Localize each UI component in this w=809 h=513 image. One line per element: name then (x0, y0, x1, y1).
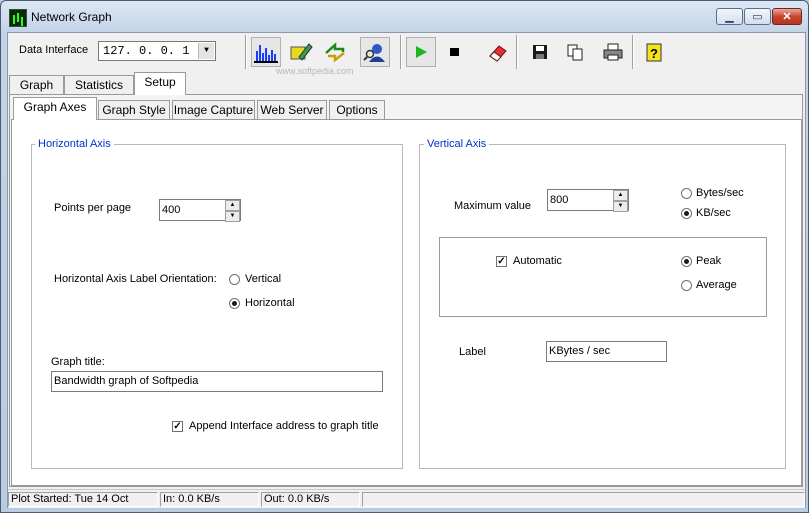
save-disk-icon (533, 45, 547, 59)
maximize-button[interactable]: ▭ (744, 8, 771, 25)
start-button[interactable] (406, 37, 436, 67)
data-interface-label: Data Interface (19, 44, 89, 56)
setup-page: Graph Axes Graph Style Image Capture Web… (9, 94, 803, 487)
bytes-per-sec-label: Bytes/sec (696, 187, 744, 199)
status-out-rate: Out: 0.0 KB/s (261, 492, 360, 507)
close-button[interactable]: ✕ (772, 8, 802, 25)
graph-title-label: Graph title: (51, 356, 105, 368)
chevron-down-icon[interactable]: ▼ (198, 43, 214, 59)
points-per-page-value: 400 (162, 204, 181, 216)
pencil-edit-icon (290, 43, 313, 61)
graph-axes-page: Horizontal Axis Points per page 400 ▲ ▼ H… (11, 119, 802, 486)
search-host-button[interactable] (360, 37, 390, 67)
maximum-value-label: Maximum value (454, 200, 532, 212)
status-in-rate: In: 0.0 KB/s (160, 492, 259, 507)
vertical-axis-title: Vertical Axis (424, 138, 490, 150)
status-empty (362, 492, 805, 507)
maximum-value-value: 800 (550, 194, 569, 206)
swap-arrows-button[interactable] (320, 37, 350, 67)
tab-image-capture[interactable]: Image Capture (172, 100, 255, 120)
tab-options[interactable]: Options (329, 100, 385, 120)
tab-graph-axes[interactable]: Graph Axes (13, 97, 97, 120)
search-user-icon (363, 44, 385, 62)
minimize-button[interactable]: ▁ (716, 8, 743, 25)
watermark: www.softpedia.com (276, 66, 354, 76)
toolbar-separator (400, 35, 402, 69)
data-interface-value: 127. 0. 0. 1 (103, 44, 190, 58)
graph-title-input[interactable]: Bandwidth graph of Softpedia (51, 371, 383, 392)
append-address-label: Append Interface address to graph title (189, 420, 379, 432)
spin-down-icon[interactable]: ▼ (225, 211, 240, 222)
title-bar: Network Graph ▁ ▭ ✕ (1, 1, 808, 33)
maximize-icon: ▭ (752, 11, 763, 23)
stop-button[interactable] (439, 37, 469, 67)
toolbar-separator (516, 35, 518, 69)
client-area: Data Interface 127. 0. 0. 1 ▼ ? www.soft… (7, 32, 806, 508)
minimize-icon: ▁ (725, 11, 734, 23)
swap-arrows-icon (325, 42, 345, 63)
scaling-group (439, 237, 767, 317)
append-address-checkbox[interactable]: ✓ (172, 421, 183, 432)
window-title: Network Graph (31, 10, 112, 24)
tab-setup[interactable]: Setup (134, 72, 186, 95)
average-label: Average (696, 279, 737, 291)
tab-web-server[interactable]: Web Server (257, 100, 327, 120)
horizontal-axis-title: Horizontal Axis (35, 138, 114, 150)
save-button[interactable] (525, 37, 555, 67)
bytes-per-sec-radio[interactable] (681, 188, 692, 199)
print-button[interactable] (598, 37, 628, 67)
peak-label: Peak (696, 255, 722, 267)
tab-graph-style[interactable]: Graph Style (98, 100, 170, 120)
svg-text:?: ? (650, 46, 658, 61)
kb-per-sec-label: KB/sec (696, 207, 731, 219)
play-icon (416, 46, 427, 58)
peak-radio[interactable] (681, 256, 692, 267)
points-per-page-label: Points per page (54, 202, 132, 214)
graph-view-button[interactable] (251, 37, 281, 67)
copy-icon (567, 44, 583, 61)
automatic-checkbox[interactable]: ✓ (496, 256, 507, 267)
spin-down-icon[interactable]: ▼ (613, 201, 628, 212)
clear-button[interactable] (483, 37, 513, 67)
bar-graph-icon (254, 45, 278, 63)
help-icon: ? (646, 43, 662, 62)
vertical-orientation-radio[interactable] (229, 274, 240, 285)
help-button[interactable]: ? (639, 37, 669, 67)
tab-graph[interactable]: Graph (9, 75, 64, 95)
orientation-label: Horizontal Axis Label Orientation: (54, 273, 217, 285)
average-radio[interactable] (681, 280, 692, 291)
status-plot-started: Plot Started: Tue 14 Oct (8, 492, 158, 507)
maximum-value-stepper[interactable]: 800 ▲ ▼ (547, 189, 629, 212)
horizontal-orientation-radio[interactable] (229, 298, 240, 309)
spin-up-icon[interactable]: ▲ (225, 200, 240, 211)
vertical-label-input[interactable]: KBytes / sec (546, 341, 667, 362)
toolbar-separator (245, 35, 247, 69)
toolbar: Data Interface 127. 0. 0. 1 ▼ ? www.soft… (8, 33, 805, 76)
data-interface-select[interactable]: 127. 0. 0. 1 ▼ (98, 41, 216, 61)
style-edit-button[interactable] (286, 37, 316, 67)
copy-button[interactable] (560, 37, 590, 67)
vertical-orientation-label: Vertical (245, 273, 282, 285)
status-bar: Plot Started: Tue 14 Oct In: 0.0 KB/s Ou… (8, 489, 805, 508)
app-graph-icon (9, 9, 27, 27)
spin-up-icon[interactable]: ▲ (613, 190, 628, 201)
app-window: Network Graph ▁ ▭ ✕ Data Interface 127. … (0, 0, 809, 513)
eraser-icon (489, 45, 507, 62)
toolbar-separator (632, 35, 634, 69)
stop-icon (450, 48, 459, 56)
kb-per-sec-radio[interactable] (681, 208, 692, 219)
tab-statistics[interactable]: Statistics (64, 75, 134, 95)
close-icon: ✕ (782, 11, 792, 23)
horizontal-orientation-label: Horizontal (245, 297, 295, 309)
vertical-label-label: Label (459, 346, 486, 358)
automatic-label: Automatic (513, 255, 562, 267)
printer-icon (603, 43, 623, 61)
points-per-page-stepper[interactable]: 400 ▲ ▼ (159, 199, 241, 222)
